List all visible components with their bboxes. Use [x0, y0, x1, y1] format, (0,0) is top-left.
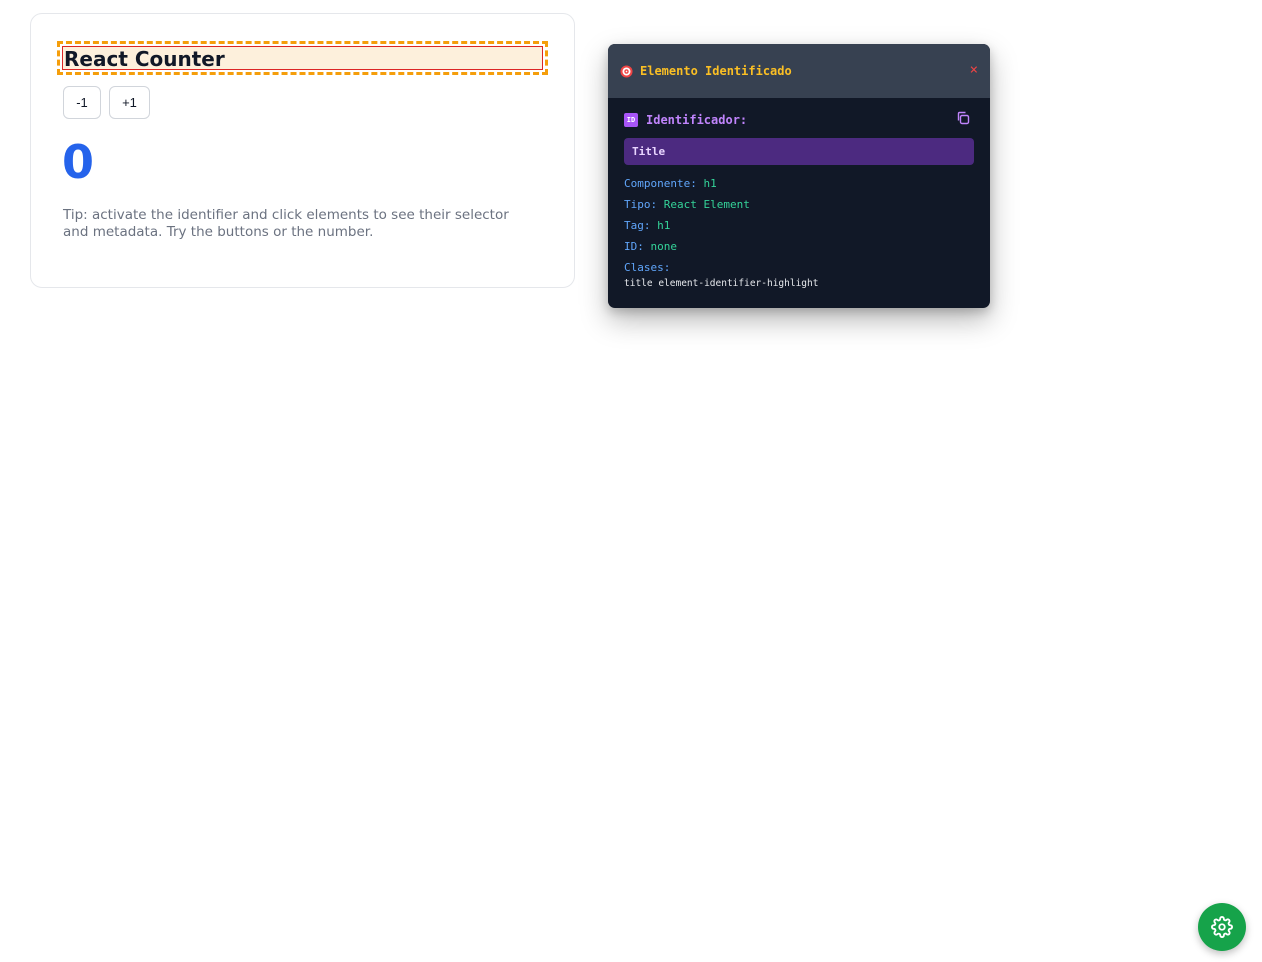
- panel-title: Elemento Identificado: [640, 64, 792, 78]
- counter-card: React Counter -1 +1 0 Tip: activate the …: [30, 13, 575, 288]
- gear-icon: [1211, 916, 1233, 938]
- meta-value: h1: [703, 177, 717, 190]
- meta-clases-value: title element-identifier-highlight: [624, 278, 819, 289]
- highlighted-title-outline[interactable]: React Counter: [57, 41, 548, 75]
- meta-componente: Componente: h1: [624, 173, 974, 194]
- close-icon[interactable]: ×: [970, 63, 978, 77]
- tip-text: Tip: activate the identifier and click e…: [63, 207, 509, 240]
- increment-button[interactable]: +1: [109, 86, 150, 119]
- meta-key: Tag:: [624, 219, 651, 232]
- counter-buttons: -1 +1: [63, 86, 150, 119]
- identifier-panel: Elemento Identificado × ID Identificador…: [608, 44, 990, 308]
- decrement-button[interactable]: -1: [63, 86, 101, 119]
- meta-key: Clases:: [624, 261, 671, 274]
- panel-body: ID Identificador: Title Componente: h1 T…: [608, 98, 990, 304]
- meta-clases: Clases:: [624, 257, 974, 278]
- id-badge-icon: ID: [624, 113, 638, 127]
- identifier-header: ID Identificador:: [624, 112, 974, 128]
- identifier-value[interactable]: Title: [624, 138, 974, 165]
- copy-icon[interactable]: [956, 111, 970, 125]
- page-title[interactable]: React Counter: [62, 46, 543, 71]
- meta-key: ID:: [624, 240, 644, 253]
- meta-value: none: [650, 240, 678, 253]
- count-value[interactable]: 0: [62, 134, 94, 190]
- meta-key: Tipo:: [624, 198, 658, 211]
- panel-header: Elemento Identificado ×: [608, 44, 990, 98]
- meta-value: React Element: [663, 198, 750, 211]
- settings-button[interactable]: [1198, 903, 1246, 951]
- target-icon: [620, 64, 633, 78]
- identifier-label: Identificador:: [646, 113, 748, 127]
- metadata-list: Componente: h1 Tipo: React Element Tag: …: [624, 173, 974, 290]
- meta-id: ID: none: [624, 236, 974, 257]
- meta-tag: Tag: h1: [624, 215, 974, 236]
- meta-key: Componente:: [624, 177, 697, 190]
- meta-tipo: Tipo: React Element: [624, 194, 974, 215]
- meta-value: h1: [657, 219, 671, 232]
